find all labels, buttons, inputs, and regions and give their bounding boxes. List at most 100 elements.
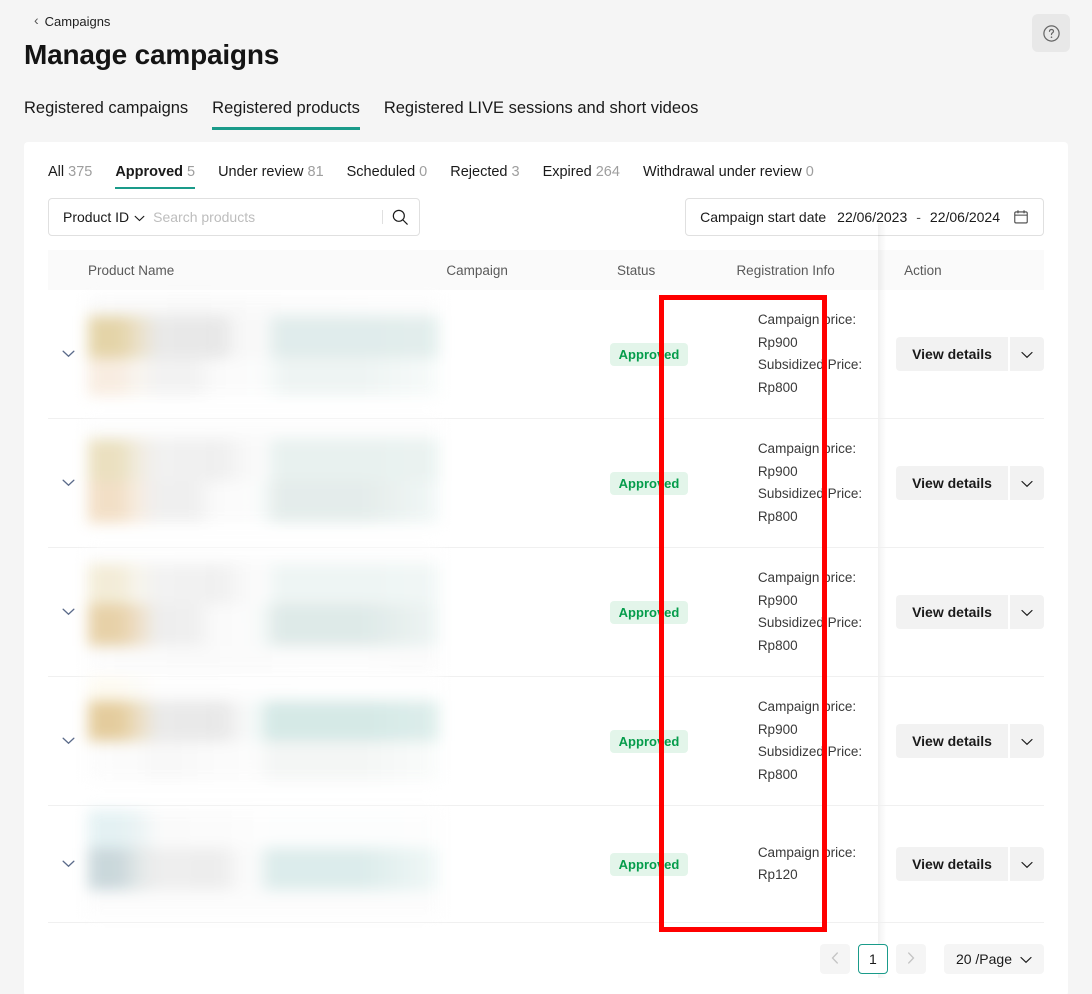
view-details-dropdown-button[interactable]	[1010, 847, 1044, 881]
table-row: Approved Campaign price: Rp900 Subsidize…	[48, 290, 1044, 419]
main-tabs: Registered campaigns Registered products…	[0, 94, 1092, 130]
column-header-status: Status	[617, 263, 736, 278]
view-details-button[interactable]: View details	[896, 466, 1008, 500]
status-tab-expired[interactable]: Expired264	[543, 164, 620, 189]
chevron-down-icon	[1021, 347, 1033, 362]
chevron-down-icon	[62, 855, 75, 873]
status-badge: Approved	[610, 853, 689, 876]
view-details-dropdown-button[interactable]	[1010, 337, 1044, 371]
chevron-left-icon	[831, 952, 839, 967]
date-filter-separator: -	[916, 209, 921, 225]
registration-info-text: Campaign price: Rp900 Subsidized Price: …	[729, 438, 870, 528]
cell-campaign	[439, 290, 609, 418]
question-circle-icon	[1042, 24, 1061, 43]
view-details-button[interactable]: View details	[896, 847, 1008, 881]
breadcrumb[interactable]: ‹ Campaigns	[34, 10, 1068, 32]
page-header: ‹ Campaigns Manage campaigns	[0, 0, 1092, 72]
registration-info-text: Campaign price: Rp900 Subsidized Price: …	[729, 696, 870, 786]
cell-status: Approved	[610, 548, 729, 676]
column-header-action: Action	[878, 263, 1044, 278]
tab-registered-live-sessions[interactable]: Registered LIVE sessions and short video…	[384, 99, 699, 130]
status-tab-label: Under review	[218, 164, 303, 180]
status-tab-count: 264	[596, 164, 620, 180]
product-thumbnail-redacted	[88, 290, 439, 418]
row-expand-toggle[interactable]	[48, 603, 88, 621]
status-tab-under-review[interactable]: Under review 81	[218, 164, 324, 189]
cell-campaign	[439, 548, 609, 676]
status-badge: Approved	[610, 472, 689, 495]
status-tab-count: 0	[806, 164, 814, 180]
pagination-page-1[interactable]: 1	[858, 944, 888, 974]
help-button[interactable]	[1032, 14, 1070, 52]
product-thumbnail-redacted	[88, 806, 439, 922]
chevron-down-icon	[1021, 605, 1033, 620]
table-row: Approved Campaign price: Rp900 Subsidize…	[48, 548, 1044, 677]
chevron-left-icon: ‹	[34, 13, 39, 27]
status-tab-approved[interactable]: Approved5	[115, 164, 195, 189]
view-details-button[interactable]: View details	[896, 337, 1008, 371]
registration-info-text: Campaign price: Rp900 Subsidized Price: …	[729, 309, 870, 399]
view-details-dropdown-button[interactable]	[1010, 595, 1044, 629]
status-tab-label: All	[48, 164, 64, 180]
cell-status: Approved	[610, 677, 729, 805]
cell-product-name	[48, 548, 439, 676]
status-tab-withdrawal-under-review[interactable]: Withdrawal under review0	[643, 164, 814, 189]
chevron-down-icon	[134, 209, 145, 225]
table-row: Approved Campaign price: Rp900 Subsidize…	[48, 419, 1044, 548]
cell-product-name	[48, 806, 439, 922]
row-expand-toggle[interactable]	[48, 474, 88, 492]
chevron-down-icon	[1020, 951, 1032, 967]
cell-registration-info: Campaign price: Rp900 Subsidized Price: …	[729, 677, 870, 805]
status-tab-all[interactable]: All375	[48, 164, 92, 189]
date-filter-end[interactable]: 22/06/2024	[930, 209, 1000, 225]
column-header-product-name: Product Name	[48, 263, 446, 278]
date-range-filter[interactable]: Campaign start date 22/06/2023 - 22/06/2…	[685, 198, 1044, 236]
pagination-prev-button[interactable]	[820, 944, 850, 974]
cell-registration-info: Campaign price: Rp900 Subsidized Price: …	[729, 548, 870, 676]
page-size-select[interactable]: 20 /Page	[944, 944, 1044, 974]
table-header-row: Product Name Campaign Status Registratio…	[48, 250, 1044, 290]
cell-status: Approved	[610, 419, 729, 547]
status-tab-label: Approved	[115, 164, 183, 180]
column-header-registration-info: Registration Info	[736, 263, 878, 278]
cell-product-name	[48, 677, 439, 805]
search-input[interactable]	[145, 209, 382, 225]
status-tab-count: 0	[419, 164, 427, 180]
search-scope-select[interactable]: Product ID	[63, 209, 145, 225]
chevron-down-icon	[1021, 857, 1033, 872]
status-tab-rejected[interactable]: Rejected3	[450, 164, 519, 189]
status-tab-count: 81	[308, 164, 324, 180]
view-details-dropdown-button[interactable]	[1010, 466, 1044, 500]
cell-product-name	[48, 290, 439, 418]
status-badge: Approved	[610, 730, 689, 753]
status-tab-label: Withdrawal under review	[643, 164, 802, 180]
cell-status: Approved	[610, 806, 729, 922]
search-icon[interactable]	[391, 208, 409, 226]
filter-row: Product ID Campaign start date 22/06/202…	[24, 198, 1068, 236]
cell-action: View details	[870, 677, 1044, 805]
cell-registration-info: Campaign price: Rp900 Subsidized Price: …	[729, 419, 870, 547]
breadcrumb-label[interactable]: Campaigns	[45, 14, 111, 29]
content-card: All375 Approved5 Under review81 Schedule…	[24, 142, 1068, 994]
view-details-dropdown-button[interactable]	[1010, 724, 1044, 758]
status-badge: Approved	[610, 601, 689, 624]
status-tab-label: Scheduled	[347, 164, 416, 180]
row-expand-toggle[interactable]	[48, 855, 88, 873]
table-row: Approved Campaign price: Rp120 View deta…	[48, 806, 1044, 923]
status-tab-count: 375	[68, 164, 92, 180]
status-tab-count: 5	[187, 164, 195, 180]
chevron-right-icon	[907, 952, 915, 967]
page-title: Manage campaigns	[24, 38, 1068, 72]
view-details-button[interactable]: View details	[896, 724, 1008, 758]
tab-registered-products[interactable]: Registered products	[212, 99, 360, 130]
cell-product-name	[48, 419, 439, 547]
pagination-next-button[interactable]	[896, 944, 926, 974]
row-expand-toggle[interactable]	[48, 345, 88, 363]
row-expand-toggle[interactable]	[48, 732, 88, 750]
status-tab-scheduled[interactable]: Scheduled0	[347, 164, 428, 189]
calendar-icon	[1013, 209, 1029, 225]
tab-registered-campaigns[interactable]: Registered campaigns	[24, 99, 188, 130]
cell-action: View details	[870, 290, 1044, 418]
date-filter-start[interactable]: 22/06/2023	[837, 209, 907, 225]
view-details-button[interactable]: View details	[896, 595, 1008, 629]
